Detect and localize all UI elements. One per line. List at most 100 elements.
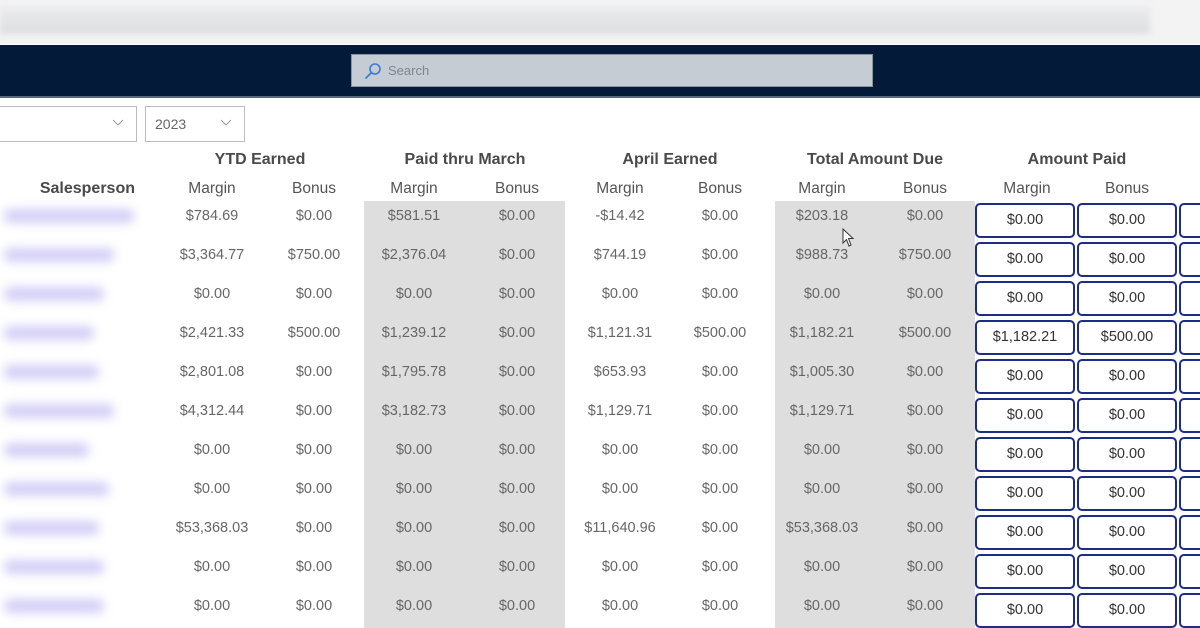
cell-paid-bonus: $0.00 [498, 403, 536, 419]
amount-paid-extra-input[interactable] [1179, 476, 1200, 511]
column-header-amount-paid-margin[interactable]: Margin [977, 180, 1077, 198]
cell-paid-margin: $581.51 [387, 208, 441, 224]
year-filter-dropdown[interactable]: 2023 [145, 106, 245, 142]
cell-paid-bonus: $0.00 [498, 325, 536, 341]
table-row: $0.00 $0.00 $0.00 $0.00 $0.00 $0.00 $0.00 $0.00… [0, 279, 1200, 318]
column-header-amount-paid-bonus[interactable]: Bonus [1077, 180, 1177, 198]
cell-ytd-margin: $2,801.08 [179, 364, 245, 380]
cell-due-margin: $1,129.71 [789, 403, 855, 419]
column-header-april-margin[interactable]: Margin [570, 180, 670, 198]
salesperson-name-redacted[interactable] [4, 365, 99, 379]
search-input[interactable] [388, 63, 858, 78]
cell-ytd-margin: $4,312.44 [179, 403, 245, 419]
amount-paid-extra-input[interactable] [1179, 359, 1200, 394]
cell-paid-margin: $2,376.04 [381, 247, 447, 263]
cell-april-bonus: $0.00 [701, 364, 739, 380]
cell-ytd-bonus: $0.00 [295, 208, 333, 224]
salesperson-name-redacted[interactable] [4, 482, 109, 496]
salesperson-name-redacted[interactable] [4, 404, 114, 418]
amount-paid-margin-input[interactable]: $0.00 [975, 554, 1075, 589]
mouse-cursor-icon [842, 228, 855, 247]
amount-paid-margin-input[interactable]: $1,182.21 [975, 320, 1075, 355]
amount-paid-bonus-input[interactable]: $0.00 [1077, 398, 1177, 433]
amount-paid-extra-input[interactable] [1179, 593, 1200, 628]
amount-paid-margin-input[interactable]: $0.00 [975, 398, 1075, 433]
amount-paid-margin-input[interactable]: $0.00 [975, 242, 1075, 277]
table-row: $2,421.33 $500.00 $1,239.12 $0.00 $1,121.31 $… [0, 318, 1200, 357]
column-header-due-margin[interactable]: Margin [772, 180, 872, 198]
salesperson-name-redacted[interactable] [4, 443, 89, 457]
amount-paid-bonus-input[interactable]: $0.00 [1077, 593, 1177, 628]
cell-paid-bonus: $0.00 [498, 364, 536, 380]
browser-address-bar [0, 0, 1200, 44]
amount-paid-bonus-input[interactable]: $0.00 [1077, 203, 1177, 238]
cell-ytd-bonus: $750.00 [287, 247, 341, 263]
salesperson-name-redacted[interactable] [4, 287, 104, 301]
cell-ytd-bonus: $0.00 [295, 442, 333, 458]
amount-paid-bonus-input[interactable]: $0.00 [1077, 281, 1177, 316]
amount-paid-bonus-input[interactable]: $500.00 [1077, 320, 1177, 355]
cell-april-margin: $0.00 [601, 598, 639, 614]
amount-paid-extra-input[interactable] [1179, 515, 1200, 550]
amount-paid-margin-input[interactable]: $0.00 [975, 476, 1075, 511]
amount-paid-bonus-input[interactable]: $0.00 [1077, 515, 1177, 550]
amount-paid-extra-input[interactable] [1179, 554, 1200, 589]
cell-paid-margin: $0.00 [395, 598, 433, 614]
salesperson-name-redacted[interactable] [4, 521, 99, 535]
amount-paid-bonus-input[interactable]: $0.00 [1077, 476, 1177, 511]
chevron-down-icon [220, 119, 232, 126]
table-row: $53,368.03 $0.00 $0.00 $0.00 $11,640.96 $0.00… [0, 513, 1200, 552]
cell-april-bonus: $0.00 [701, 208, 739, 224]
app-header [0, 45, 1200, 98]
cell-april-bonus: $0.00 [701, 403, 739, 419]
cell-april-margin: $0.00 [601, 481, 639, 497]
amount-paid-extra-input[interactable] [1179, 437, 1200, 472]
table-row: $3,364.77 $750.00 $2,376.04 $0.00 $744.19 $0.… [0, 240, 1200, 279]
group-header-paid-thru-march: Paid thru March [404, 151, 526, 168]
column-header-ytd-margin[interactable]: Margin [162, 180, 262, 198]
salesperson-name-redacted[interactable] [4, 209, 134, 223]
amount-paid-extra-input[interactable] [1179, 203, 1200, 238]
amount-paid-bonus-input[interactable]: $0.00 [1077, 242, 1177, 277]
column-header-paid-bonus[interactable]: Bonus [467, 180, 567, 198]
column-header-ytd-bonus[interactable]: Bonus [264, 180, 364, 198]
cell-due-margin: $0.00 [803, 481, 841, 497]
column-header-salesperson[interactable]: Salesperson [0, 180, 135, 198]
amount-paid-extra-input[interactable] [1179, 320, 1200, 355]
group-header-total-amount-due: Total Amount Due [807, 151, 943, 168]
cell-paid-bonus: $0.00 [498, 286, 536, 302]
cell-paid-margin: $0.00 [395, 442, 433, 458]
chevron-down-icon [112, 119, 124, 126]
amount-paid-margin-input[interactable]: $0.00 [975, 203, 1075, 238]
cell-ytd-margin: $0.00 [193, 442, 231, 458]
cell-ytd-margin: $784.69 [185, 208, 239, 224]
salesperson-name-redacted[interactable] [4, 248, 114, 262]
amount-paid-extra-input[interactable] [1179, 242, 1200, 277]
amount-paid-margin-input[interactable]: $0.00 [975, 359, 1075, 394]
amount-paid-margin-input[interactable]: $0.00 [975, 281, 1075, 316]
amount-paid-extra-input[interactable] [1179, 398, 1200, 433]
cell-april-margin: $653.93 [593, 364, 647, 380]
column-header-due-bonus[interactable]: Bonus [875, 180, 975, 198]
group-header-amount-paid: Amount Paid [1027, 151, 1127, 168]
salesperson-name-redacted[interactable] [4, 599, 104, 613]
amount-paid-margin-input[interactable]: $0.00 [975, 437, 1075, 472]
column-header-april-bonus[interactable]: Bonus [670, 180, 770, 198]
amount-paid-margin-input[interactable]: $0.00 [975, 515, 1075, 550]
salesperson-name-redacted[interactable] [4, 560, 104, 574]
blurred-address-strip [0, 6, 1150, 34]
column-header-paid-margin[interactable]: Margin [364, 180, 464, 198]
salesperson-filter-dropdown[interactable] [0, 106, 137, 142]
table-row: $4,312.44 $0.00 $3,182.73 $0.00 $1,129.71 $0.… [0, 396, 1200, 435]
cell-paid-margin: $0.00 [395, 286, 433, 302]
cell-due-margin: $1,182.21 [789, 325, 855, 341]
salesperson-name-redacted[interactable] [4, 326, 94, 340]
cell-paid-margin: $0.00 [395, 559, 433, 575]
amount-paid-bonus-input[interactable]: $0.00 [1077, 359, 1177, 394]
cell-ytd-margin: $0.00 [193, 286, 231, 302]
amount-paid-extra-input[interactable] [1179, 281, 1200, 316]
search-box[interactable] [351, 54, 873, 87]
amount-paid-bonus-input[interactable]: $0.00 [1077, 554, 1177, 589]
amount-paid-bonus-input[interactable]: $0.00 [1077, 437, 1177, 472]
amount-paid-margin-input[interactable]: $0.00 [975, 593, 1075, 628]
